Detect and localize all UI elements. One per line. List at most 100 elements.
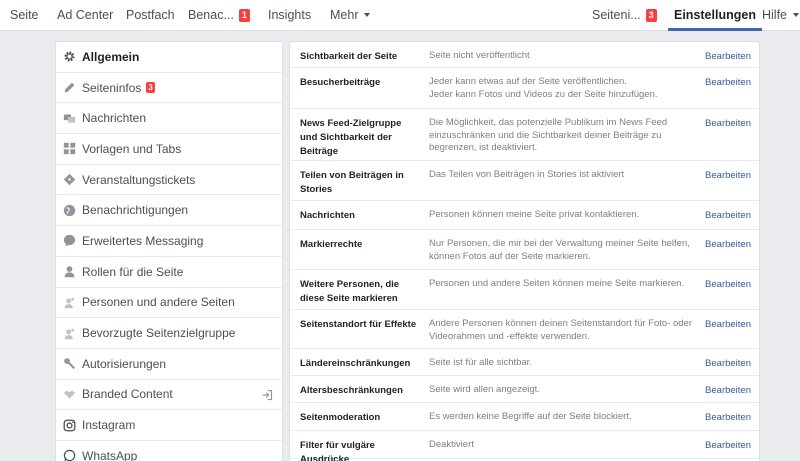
sidebar-item-label: Benachrichtigungen [82,203,189,218]
sidebar-item-label: Bevorzugte Seitenzielgruppe [82,326,236,341]
sidebar-item-nachrichten[interactable]: Nachrichten [56,103,282,135]
settings-table: Sichtbarkeit der Seite Seite nicht veröf… [289,41,760,461]
nav-seiteninfos[interactable]: Seiteni... 3 [592,0,657,31]
caret-down-icon [793,13,800,17]
sidebar-item-label: Veranstaltungstickets [82,172,196,187]
sidebar-item-rollen[interactable]: Rollen für die Seite [56,257,282,288]
nav-insights[interactable]: Insights [268,0,311,31]
sidebar-item-whatsapp[interactable]: WhatsApp [56,441,282,461]
sidebar-item-label: WhatsApp [82,448,138,461]
row-title: Teilen von Beiträgen in Stories [300,170,404,195]
edit-link[interactable]: Bearbeiten [705,439,751,453]
login-arrow-icon[interactable] [261,389,273,401]
row-title: Seitenstandort für Effekte [300,319,417,330]
chat-bubbles-icon [63,112,76,125]
settings-row-weitere-personen: Weitere Personen, die diese Seite markie… [290,270,759,310]
instagram-icon [63,419,76,432]
nav-label: Einstellungen [674,8,756,22]
nav-hilfe[interactable]: Hilfe [762,0,800,31]
row-description: Andere Personen können deinen Seitenstan… [429,318,693,342]
edit-link[interactable]: Bearbeiten [705,278,751,292]
nav-seite[interactable]: Seite [10,0,39,31]
sidebar-item-vorlagen[interactable]: Vorlagen und Tabs [56,134,282,165]
nav-label: Seiteni... [592,8,641,22]
row-description: Personen können meine Seite privat konta… [429,209,640,220]
edit-link[interactable]: Bearbeiten [705,384,751,398]
edit-link[interactable]: Bearbeiten [705,411,751,425]
sidebar-item-label: Erweitertes Messaging [82,233,204,248]
settings-row-nachrichten: Nachrichten Personen können meine Seite … [290,201,759,230]
sidebar-item-bevorzugte-seitenzielgruppe[interactable]: Bevorzugte Seitenzielgruppe [56,318,282,349]
row-description: Seite ist für alle sichtbar. [429,357,532,368]
sidebar-item-benachrichtigungen[interactable]: Benachrichtigungen [56,195,282,227]
person-plus-icon [63,296,76,309]
messenger-icon [63,234,76,247]
sidebar-item-seiteninfos[interactable]: Seiteninfos 3 [56,73,282,104]
sidebar-item-autorisierungen[interactable]: Autorisierungen [56,349,282,380]
edit-link[interactable]: Bearbeiten [705,209,751,223]
row-description: Es werden keine Begriffe auf der Seite b… [429,411,632,422]
settings-row-besucherbeitraege: Besucherbeiträge Jeder kann etwas auf de… [290,68,759,109]
wrench-icon [63,357,76,370]
row-description: Deaktiviert [429,439,474,450]
row-title: Weitere Personen, die diese Seite markie… [300,279,400,304]
grid-icon [63,142,76,155]
row-title: Nachrichten [300,210,355,221]
sidebar-item-label: Vorlagen und Tabs [82,141,182,156]
row-title: Altersbeschränkungen [300,385,403,396]
edit-link[interactable]: Bearbeiten [705,117,751,131]
nav-label: Mehr [330,8,359,22]
nav-label: Hilfe [762,8,788,22]
notification-badge: 3 [645,9,657,22]
row-title: Markierrechte [300,239,363,250]
nav-mehr[interactable]: Mehr [330,0,371,31]
sidebar-badge: 3 [146,82,155,94]
edit-link[interactable]: Bearbeiten [705,50,751,64]
settings-row-filter-vulgaere-ausdruecke: Filter für vulgäre Ausdrücke Deaktiviert… [290,431,759,461]
nav-benachrichtigungen[interactable]: Benac... 1 [188,0,250,31]
row-title: Besucherbeiträge [300,77,381,88]
person-icon [63,265,76,278]
globe-icon [63,204,76,217]
row-description: Personen und andere Seiten können meine … [429,278,685,289]
edit-link[interactable]: Bearbeiten [705,76,751,90]
nav-label: Seite [10,8,39,22]
nav-label: Benac... [188,8,234,22]
row-description: Die Möglichkeit, das potenzielle Publiku… [429,117,668,153]
nav-postfach[interactable]: Postfach [126,0,175,31]
edit-link[interactable]: Bearbeiten [705,169,751,183]
nav-label: Insights [268,8,312,22]
sidebar-item-label: Rollen für die Seite [82,264,184,279]
sidebar-item-label: Instagram [82,418,136,433]
edit-link[interactable]: Bearbeiten [705,318,751,332]
edit-link[interactable]: Bearbeiten [705,238,751,252]
whatsapp-icon [63,449,76,461]
sidebar-item-erweitertes-messaging[interactable]: Erweitertes Messaging [56,226,282,257]
sidebar-item-veranstaltungstickets[interactable]: Veranstaltungstickets [56,165,282,196]
edit-link[interactable]: Bearbeiten [705,357,751,371]
sidebar-item-instagram[interactable]: Instagram [56,410,282,441]
sidebar-item-label: Nachrichten [82,111,147,126]
row-title: Sichtbarkeit der Seite [300,51,398,62]
sidebar-item-allgemein[interactable]: Allgemein [56,42,282,73]
sidebar-item-label: Allgemein [82,49,140,64]
sidebar-item-label: Seiteninfos [82,80,142,95]
row-description: Jeder kann etwas auf der Seite veröffent… [429,76,658,100]
sidebar-item-label: Personen und andere Seiten [82,295,235,310]
nav-ad-center[interactable]: Ad Center [57,0,113,31]
settings-row-laendereinschraenkungen: Ländereinschränkungen Seite ist für alle… [290,349,759,376]
settings-row-markierrechte: Markierrechte Nur Personen, die mir bei … [290,230,759,270]
nav-einstellungen[interactable]: Einstellungen [668,0,762,31]
settings-row-stories: Teilen von Beiträgen in Stories Das Teil… [290,161,759,201]
row-description: Das Teilen von Beiträgen in Stories ist … [429,169,625,180]
row-title: Filter für vulgäre Ausdrücke [300,440,375,461]
settings-row-altersbeschraenkungen: Altersbeschränkungen Seite wird allen an… [290,376,759,403]
row-description: Nur Personen, die mir bei der Verwaltung… [429,238,690,262]
notification-badge: 1 [238,9,250,22]
sidebar-item-label: Branded Content [82,387,173,402]
sidebar-item-personen-und-andere-seiten[interactable]: Personen und andere Seiten [56,288,282,319]
sidebar-item-branded-content[interactable]: Branded Content [56,380,282,411]
pencil-icon [63,81,76,94]
gear-icon [63,50,76,63]
settings-row-seitenstandort: Seitenstandort für Effekte Andere Person… [290,310,759,349]
